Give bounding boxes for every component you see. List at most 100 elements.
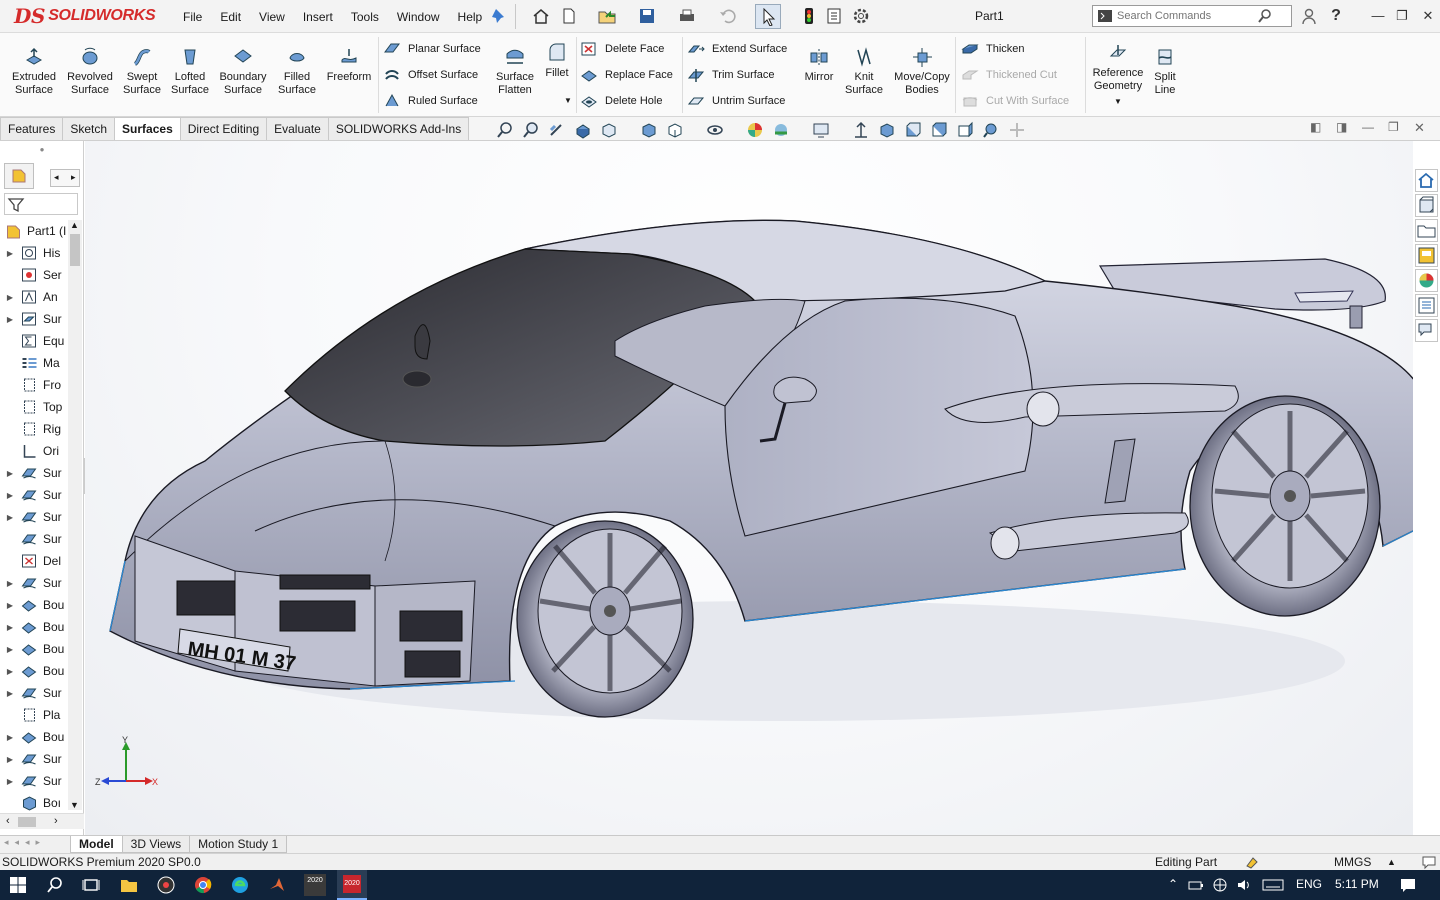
expand-arrow-icon[interactable]: ▶ <box>0 491 20 500</box>
tab-evaluate[interactable]: Evaluate <box>266 117 329 140</box>
scroll-right-icon[interactable]: › <box>54 815 58 827</box>
hide-show-items-icon[interactable] <box>666 121 684 139</box>
reference-geometry-dropdown-arrow[interactable]: ▼ <box>1089 95 1147 108</box>
feature-tree-item[interactable]: ▶ Sur <box>0 682 70 704</box>
isometric-view-icon[interactable] <box>878 121 896 139</box>
viewport-minimize-icon[interactable]: — <box>1362 120 1374 134</box>
feature-tree-item[interactable]: Rig <box>0 418 70 440</box>
solidworks-active-taskbar-app[interactable]: 2020 <box>337 870 367 900</box>
thickened-cut-button[interactable]: Thickened Cut <box>961 64 1057 86</box>
feature-tree-item[interactable]: Fro <box>0 374 70 396</box>
solidworks-logo[interactable]: DS SOLIDWORKS <box>14 3 156 29</box>
feature-tree-item[interactable]: ▶ Sur <box>0 462 70 484</box>
menu-help[interactable]: Help <box>449 10 492 24</box>
task-pane-forum-tab[interactable] <box>1415 319 1438 342</box>
unit-system-selector[interactable]: MMGS <box>1334 855 1371 869</box>
expand-arrow-icon[interactable]: ▶ <box>0 755 20 764</box>
open-folder-icon[interactable] <box>598 7 616 25</box>
search-commands-box[interactable] <box>1092 5 1292 27</box>
task-pane-file-explorer-tab[interactable] <box>1415 219 1438 242</box>
edge-browser-icon[interactable] <box>231 876 249 894</box>
viewport-restore-right-icon[interactable]: ◨ <box>1336 120 1347 134</box>
feature-tree-item[interactable]: ▶ Sur <box>0 484 70 506</box>
tab-scroll-right-icon[interactable]: ▸ <box>71 172 76 183</box>
zoom-to-area-icon[interactable] <box>522 121 540 139</box>
feature-tree-item[interactable]: Del <box>0 550 70 572</box>
swept-surface-button[interactable]: Swept Surface <box>118 41 166 107</box>
feature-tree-item[interactable]: ▶ Sur <box>0 506 70 528</box>
extruded-surface-button[interactable]: Extruded Surface <box>6 41 62 107</box>
task-pane-design-library-tab[interactable] <box>1415 194 1438 217</box>
cut-with-surface-button[interactable]: Cut With Surface <box>961 90 1069 112</box>
previous-view-icon[interactable] <box>548 121 566 139</box>
volume-icon[interactable] <box>1236 877 1252 893</box>
tab-motion-study-1[interactable]: Motion Study 1 <box>189 836 288 853</box>
mirror-button[interactable]: Mirror <box>798 41 840 107</box>
tab-sketch[interactable]: Sketch <box>62 117 116 140</box>
ruled-surface-button[interactable]: Ruled Surface <box>383 90 478 112</box>
view-normal-to-icon[interactable] <box>852 121 870 139</box>
offset-surface-button[interactable]: Offset Surface <box>383 64 478 86</box>
expand-arrow-icon[interactable]: ▶ <box>0 249 20 258</box>
file-explorer-taskbar-icon[interactable] <box>120 876 138 894</box>
eye-visibility-icon[interactable] <box>706 121 724 139</box>
expand-arrow-icon[interactable]: ▶ <box>0 513 20 522</box>
boundary-surface-button[interactable]: Boundary Surface <box>214 41 272 107</box>
menu-insert[interactable]: Insert <box>294 10 342 24</box>
customize-status-bar-icon[interactable] <box>1421 854 1437 870</box>
split-line-button[interactable]: Split Line <box>1148 41 1182 107</box>
feature-tree-item[interactable]: ▶ Bou <box>0 594 70 616</box>
expand-arrow-icon[interactable]: ▶ <box>0 623 20 632</box>
minimize-window-icon[interactable]: — <box>1368 6 1388 26</box>
untrim-surface-button[interactable]: Untrim Surface <box>687 90 785 112</box>
show-hidden-icons-icon[interactable]: ⌃ <box>1168 877 1178 891</box>
scroll-thumb[interactable] <box>70 234 80 266</box>
menu-file[interactable]: File <box>174 10 211 24</box>
freeform-button[interactable]: Freeform <box>322 41 376 107</box>
scroll-left-icon[interactable]: ‹ <box>6 815 10 827</box>
apply-scene-icon[interactable] <box>772 121 790 139</box>
panel-collapse-handle[interactable]: ● <box>0 145 84 157</box>
scroll-down-icon[interactable]: ▼ <box>70 800 79 810</box>
filled-surface-button[interactable]: Filled Surface <box>272 41 322 107</box>
car-model-surface-body[interactable]: MH 01 M 37 <box>85 141 1413 835</box>
menu-edit[interactable]: Edit <box>211 10 250 24</box>
feature-tree-item[interactable]: ▶ Sur <box>0 770 70 792</box>
feature-tree-item[interactable]: Ori <box>0 440 70 462</box>
feature-tree-item[interactable]: Ma <box>0 352 70 374</box>
feature-tree-item[interactable]: Part1 (I <box>0 220 70 242</box>
options-gear-icon[interactable] <box>852 7 870 25</box>
dimension-display-icon[interactable] <box>1008 121 1026 139</box>
feature-tree-item[interactable]: ▶ Bou <box>0 616 70 638</box>
fillet-dropdown-arrow[interactable]: ▼ <box>540 94 574 107</box>
viewport-close-icon[interactable]: ✕ <box>1414 120 1425 136</box>
front-view-icon[interactable] <box>904 121 922 139</box>
tab-solidworks-add-ins[interactable]: SOLIDWORKS Add-Ins <box>327 117 470 140</box>
feature-tree-item[interactable]: ▶ Sur <box>0 748 70 770</box>
menu-window[interactable]: Window <box>388 10 449 24</box>
rebuild-status-icon[interactable] <box>1244 854 1260 870</box>
new-document-icon[interactable] <box>560 7 578 25</box>
file-properties-icon[interactable] <box>825 7 843 25</box>
taskbar-search-icon[interactable] <box>46 876 64 894</box>
task-pane-custom-properties-tab[interactable] <box>1415 294 1438 317</box>
expand-arrow-icon[interactable]: ▶ <box>0 733 20 742</box>
feature-tree-vertical-scrollbar[interactable]: ▲ ▼ <box>68 220 82 810</box>
search-input[interactable] <box>1117 7 1257 25</box>
home-icon[interactable] <box>532 7 550 25</box>
feature-manager-tab[interactable] <box>4 163 34 189</box>
expand-arrow-icon[interactable]: ▶ <box>0 645 20 654</box>
feature-tree-item[interactable]: Equ <box>0 330 70 352</box>
expand-arrow-icon[interactable]: ▶ <box>0 315 20 324</box>
feature-tree-horizontal-scrollbar[interactable]: ‹ › <box>0 813 84 829</box>
task-pane-home-tab[interactable] <box>1415 169 1438 192</box>
task-pane-appearances-tab[interactable] <box>1415 269 1438 292</box>
feature-tree-item[interactable]: Pla <box>0 704 70 726</box>
unit-system-dropdown-arrow[interactable]: ▲ <box>1387 857 1396 867</box>
tab-features[interactable]: Features <box>0 117 64 140</box>
right-view-icon[interactable] <box>956 121 974 139</box>
close-window-icon[interactable]: ✕ <box>1418 6 1438 26</box>
view-orientation-icon[interactable] <box>600 121 618 139</box>
restore-window-icon[interactable]: ❐ <box>1392 6 1412 26</box>
feature-tree-item[interactable]: ▶ Bou <box>0 726 70 748</box>
